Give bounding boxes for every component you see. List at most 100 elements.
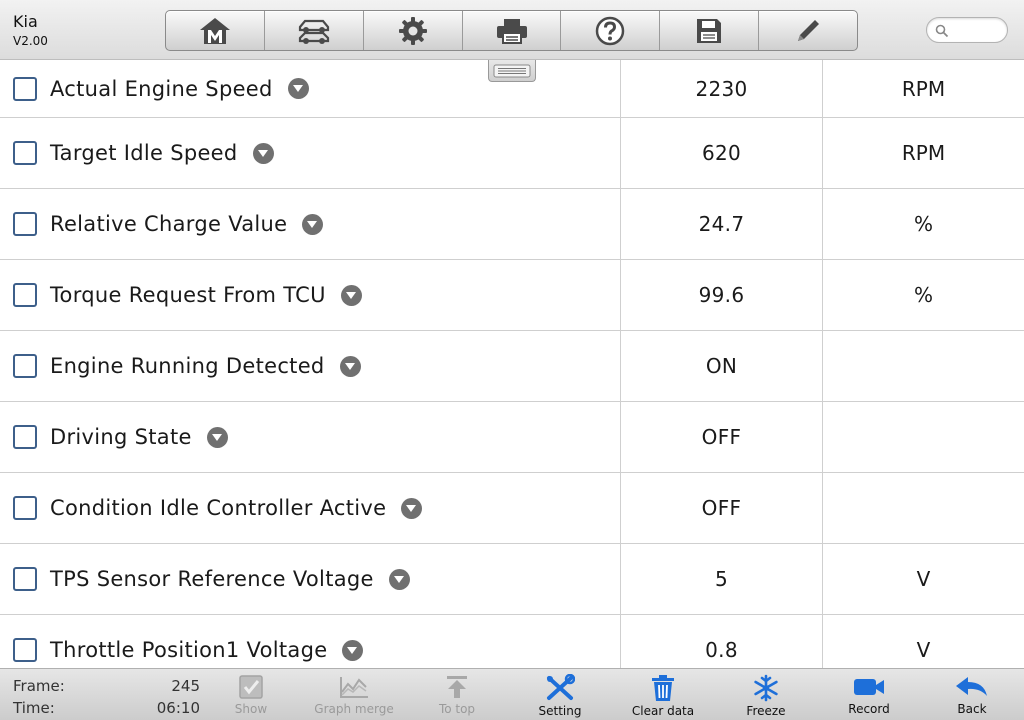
dropdown-icon[interactable]: [287, 78, 309, 99]
table-row[interactable]: Torque Request From TCU 99.6%: [0, 260, 1024, 331]
printer-icon: [496, 18, 527, 44]
parameter-value: 5: [621, 544, 823, 614]
time-label: Time:: [13, 699, 55, 717]
parameter-name-cell: Relative Charge Value: [0, 189, 621, 259]
parameter-name-text: Actual Engine Speed: [50, 76, 273, 101]
record-label: Record: [848, 702, 890, 716]
table-row[interactable]: Relative Charge Value 24.7%: [0, 189, 1024, 260]
table-row[interactable]: Target Idle Speed 620 RPM: [0, 118, 1024, 189]
parameter-name-cell: Engine Running Detected: [0, 331, 621, 401]
parameter-name-text: Throttle Position1 Voltage: [50, 638, 328, 662]
graph-merge-button[interactable]: Graph merge: [309, 669, 399, 720]
parameter-value: 2230: [621, 60, 823, 117]
snowflake-icon: [754, 674, 778, 702]
parameter-name: Engine Running Detected: [50, 354, 361, 378]
dropdown-icon[interactable]: [340, 284, 362, 306]
setting-button[interactable]: Setting: [515, 669, 605, 720]
row-checkbox[interactable]: [13, 76, 37, 101]
pencil-icon: [798, 19, 820, 41]
row-checkbox[interactable]: [13, 638, 37, 662]
setting-label: Setting: [538, 704, 582, 718]
parameter-unit: V: [916, 567, 931, 591]
row-checkbox[interactable]: [13, 567, 37, 591]
settings-button[interactable]: [364, 11, 463, 50]
clear-data-label: Clear data: [631, 704, 695, 718]
brand-name: Kia: [13, 12, 38, 31]
edit-button[interactable]: [759, 11, 857, 50]
parameter-name-cell: Condition Idle Controller Active: [0, 473, 621, 543]
frame-value: 245: [171, 677, 200, 695]
show-label: Show: [234, 702, 268, 716]
parameter-name-text: TPS Sensor Reference Voltage: [50, 567, 374, 591]
row-checkbox[interactable]: [13, 354, 37, 378]
bottom-bar: Frame: 245 Time: 06:10 Show Graph merge: [0, 668, 1024, 720]
parameter-unit: RPM: [901, 141, 946, 165]
show-button[interactable]: Show: [206, 669, 296, 720]
wrench-icon: [547, 674, 575, 700]
to-top-button[interactable]: To top: [412, 669, 502, 720]
parameter-name: Driving State: [50, 425, 228, 449]
parameter-value: OFF: [621, 402, 823, 472]
print-button[interactable]: [463, 11, 562, 50]
graph-merge-label: Graph merge: [314, 702, 394, 716]
version-label: V2.00: [13, 34, 48, 48]
dropdown-icon[interactable]: [339, 355, 361, 377]
table-row[interactable]: Condition Idle Controller Active OFF: [0, 473, 1024, 544]
row-checkbox[interactable]: [13, 141, 37, 165]
row-checkbox[interactable]: [13, 425, 37, 449]
parameter-name-cell: Torque Request From TCU: [0, 260, 621, 330]
save-icon: [697, 18, 722, 43]
data-stream-table: Actual Engine Speed 2230 RPM Target Idle Sp…: [0, 60, 1024, 668]
parameter-name-cell: TPS Sensor Reference Voltage: [0, 544, 621, 614]
checkbox-icon: [239, 675, 263, 699]
parameter-name-text: Target Idle Speed: [50, 141, 238, 165]
table-row[interactable]: TPS Sensor Reference Voltage 5 V: [0, 544, 1024, 615]
parameter-value: ON: [621, 331, 823, 401]
parameter-name-cell: Driving State: [0, 402, 621, 472]
parameter-value: 0.8: [621, 615, 823, 668]
parameter-unit: [823, 331, 1024, 401]
freeze-button[interactable]: Freeze: [721, 669, 811, 720]
pull-down-handle[interactable]: [488, 60, 536, 82]
home-icon: [199, 17, 230, 44]
parameter-name: Target Idle Speed: [50, 141, 274, 165]
save-button[interactable]: [660, 11, 760, 50]
record-button[interactable]: Record: [824, 669, 914, 720]
search-field[interactable]: [926, 17, 1008, 43]
table-row[interactable]: Throttle Position1 Voltage 0.8 V: [0, 615, 1024, 668]
parameter-name-text: Torque Request From TCU: [50, 283, 326, 307]
parameter-unit: [823, 473, 1024, 543]
dropdown-icon[interactable]: [388, 568, 410, 590]
dropdown-icon[interactable]: [206, 426, 228, 448]
table-row[interactable]: Engine Running Detected ON: [0, 331, 1024, 402]
parameter-name: Actual Engine Speed: [50, 77, 309, 101]
help-button[interactable]: [561, 11, 661, 50]
row-checkbox[interactable]: [13, 283, 37, 307]
parameter-value: OFF: [621, 473, 823, 543]
search-icon: [935, 24, 949, 38]
back-arrow-icon: [956, 677, 987, 696]
parameter-unit: RPM: [901, 76, 946, 101]
parameter-name-cell: Throttle Position1 Voltage: [0, 615, 621, 668]
dropdown-icon[interactable]: [342, 639, 364, 661]
parameter-name-text: Condition Idle Controller Active: [50, 496, 387, 520]
dropdown-icon[interactable]: [302, 213, 324, 235]
dropdown-icon[interactable]: [401, 497, 423, 519]
vehicle-button[interactable]: [265, 11, 364, 50]
parameter-name: Relative Charge Value: [50, 212, 324, 236]
search-input[interactable]: [953, 21, 1003, 39]
home-button[interactable]: [166, 11, 265, 50]
dropdown-icon[interactable]: [252, 142, 274, 164]
gear-icon: [398, 16, 427, 45]
back-label: Back: [957, 702, 987, 716]
row-checkbox[interactable]: [13, 212, 37, 236]
row-checkbox[interactable]: [13, 496, 37, 520]
parameter-name-text: Driving State: [50, 425, 192, 449]
parameter-unit: %: [913, 212, 933, 236]
parameter-name-text: Relative Charge Value: [50, 212, 288, 236]
freeze-label: Freeze: [746, 704, 786, 718]
parameter-value: 620: [621, 118, 823, 188]
clear-data-button[interactable]: Clear data: [618, 669, 708, 720]
table-row[interactable]: Driving State OFF: [0, 402, 1024, 473]
back-button[interactable]: Back: [927, 669, 1017, 720]
